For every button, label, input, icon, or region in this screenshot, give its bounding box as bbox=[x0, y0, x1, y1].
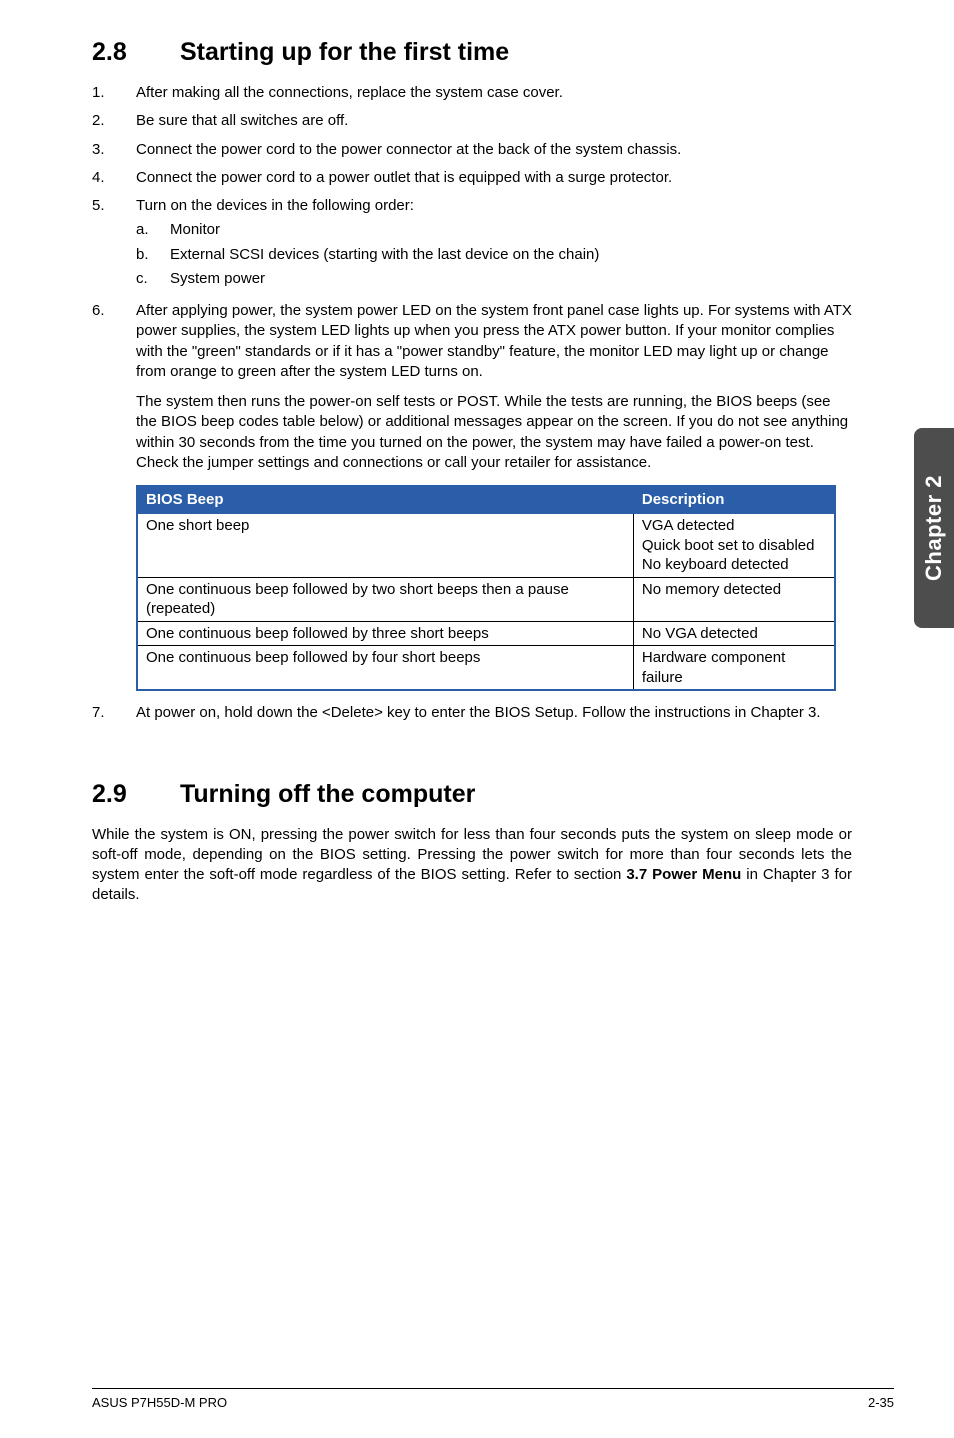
chapter-tab-label: Chapter 2 bbox=[921, 475, 947, 581]
substep-item: a.Monitor bbox=[136, 220, 852, 240]
step-item: 1.After making all the connections, repl… bbox=[92, 83, 852, 103]
page-footer: ASUS P7H55D-M PRO 2-35 bbox=[92, 1388, 894, 1410]
section-title: Starting up for the first time bbox=[180, 38, 509, 66]
step-item: 5. Turn on the devices in the following … bbox=[92, 196, 852, 293]
steps-list-cont: 7.At power on, hold down the <Delete> ke… bbox=[92, 703, 852, 723]
substeps-list: a.Monitor b.External SCSI devices (start… bbox=[136, 220, 852, 289]
table-row: One continuous beep followed by three sh… bbox=[137, 621, 835, 646]
step-item: 3.Connect the power cord to the power co… bbox=[92, 140, 852, 160]
section-title: Turning off the computer bbox=[180, 780, 475, 808]
footer-left: ASUS P7H55D-M PRO bbox=[92, 1395, 227, 1410]
footer-right: 2-35 bbox=[868, 1395, 894, 1410]
step-item: 6. After applying power, the system powe… bbox=[92, 301, 852, 691]
section-number: 2.9 bbox=[92, 780, 180, 809]
step-item: 2.Be sure that all switches are off. bbox=[92, 111, 852, 131]
section-number: 2.8 bbox=[92, 38, 180, 67]
table-row: One short beep VGA detected Quick boot s… bbox=[137, 514, 835, 578]
section-2-8-heading: 2.8Starting up for the first time bbox=[92, 38, 852, 67]
section-2-9-body: While the system is ON, pressing the pow… bbox=[92, 825, 852, 906]
table-header: BIOS Beep bbox=[137, 486, 633, 514]
table-row: One continuous beep followed by four sho… bbox=[137, 646, 835, 691]
substep-item: c.System power bbox=[136, 269, 852, 289]
step-item: 4.Connect the power cord to a power outl… bbox=[92, 168, 852, 188]
steps-list: 1.After making all the connections, repl… bbox=[92, 83, 852, 691]
substep-item: b.External SCSI devices (starting with t… bbox=[136, 245, 852, 265]
step-item: 7.At power on, hold down the <Delete> ke… bbox=[92, 703, 852, 723]
table-row: One continuous beep followed by two shor… bbox=[137, 577, 835, 621]
bios-beep-table: BIOS Beep Description One short beep VGA… bbox=[136, 485, 836, 691]
chapter-tab: Chapter 2 bbox=[914, 428, 954, 628]
table-header: Description bbox=[633, 486, 835, 514]
section-2-9-heading: 2.9Turning off the computer bbox=[92, 780, 852, 809]
